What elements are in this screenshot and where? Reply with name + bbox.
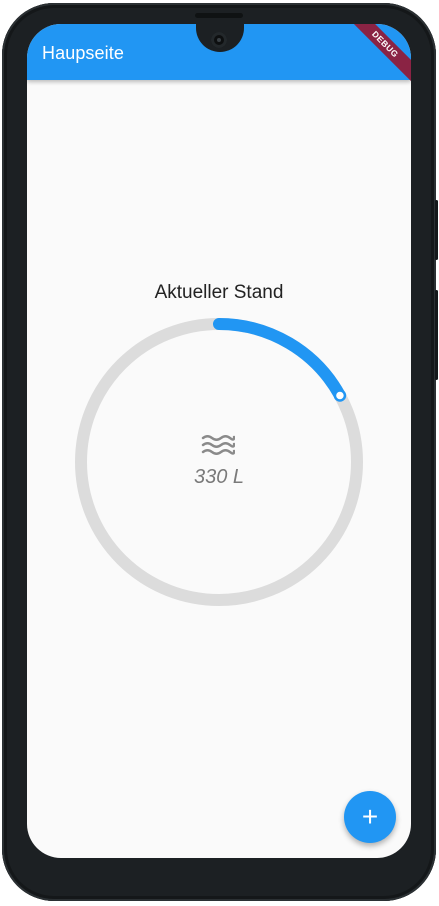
add-button[interactable]: +	[344, 791, 396, 843]
gauge-handle	[333, 389, 347, 402]
gauge-value: 330 L	[193, 466, 245, 488]
power-button	[435, 290, 438, 380]
add-icon: +	[361, 801, 379, 832]
app-screen: Haupseite DEBUG Aktueller Stand 330 L +	[27, 24, 411, 858]
gauge-progress-arc	[213, 318, 346, 402]
speaker-slot	[195, 13, 243, 18]
volume-button	[435, 200, 438, 260]
water-waves-icon	[201, 435, 235, 455]
